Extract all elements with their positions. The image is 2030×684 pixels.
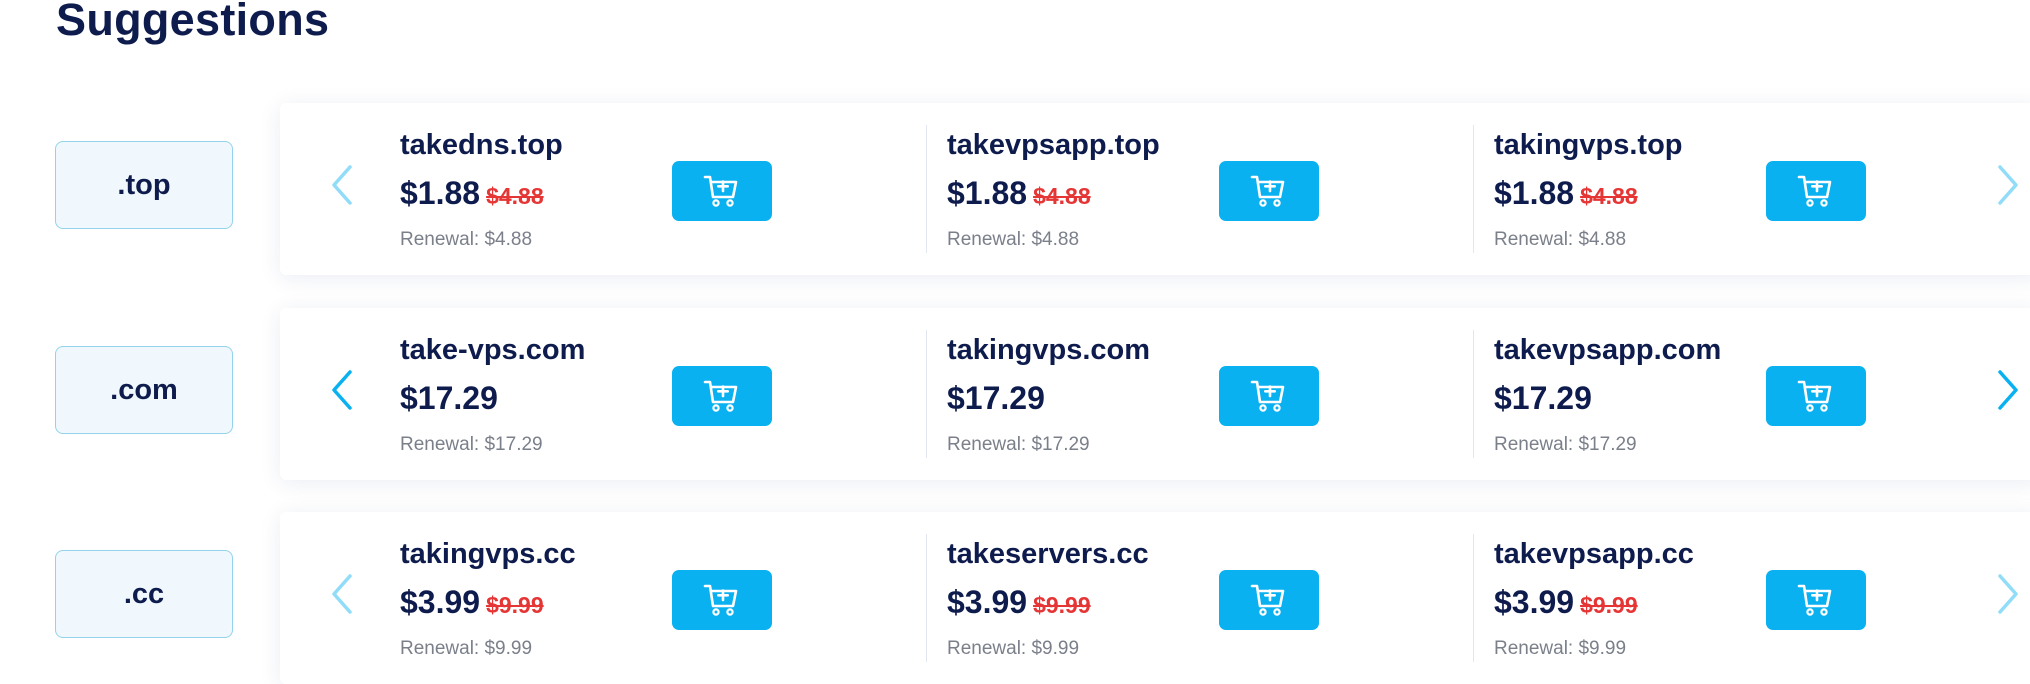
renewal-price: Renewal: $4.88	[400, 229, 533, 250]
domain-card: takeservers.cc $3.99 $9.99 Renewal: $9.99	[926, 512, 1475, 684]
domain-card: takevpsapp.cc $3.99 $9.99 Renewal: $9.99	[1473, 512, 2022, 684]
price-line: $17.29	[400, 380, 498, 417]
chevron-left-icon	[332, 165, 352, 205]
domain-name: takedns.top	[400, 129, 563, 161]
price-line: $3.99 $9.99	[947, 584, 1091, 621]
domain-name: takevpsapp.cc	[1494, 538, 1694, 570]
renewal-price: Renewal: $9.99	[400, 638, 533, 659]
domain-name: takevpsapp.top	[947, 129, 1160, 161]
add-to-cart-button[interactable]	[1219, 161, 1319, 221]
price: $1.88	[1494, 175, 1575, 211]
price: $3.99	[1494, 584, 1575, 620]
cart-plus-icon	[703, 175, 738, 207]
price-line: $17.29	[1494, 380, 1592, 417]
renewal-price: Renewal: $9.99	[947, 638, 1080, 659]
add-to-cart-button[interactable]	[1766, 161, 1866, 221]
domain-name: take-vps.com	[400, 334, 586, 366]
add-to-cart-button[interactable]	[1219, 570, 1319, 630]
add-to-cart-button[interactable]	[672, 161, 772, 221]
chevron-right-icon	[1998, 574, 2018, 614]
cart-plus-icon	[703, 584, 738, 616]
suggestion-carousel: takedns.top $1.88 $4.88 Renewal: $4.88 ta…	[280, 103, 2030, 275]
renewal-price: Renewal: $17.29	[1494, 434, 1637, 455]
renewal-price: Renewal: $17.29	[400, 434, 543, 455]
domain-name: takeservers.cc	[947, 538, 1149, 570]
price: $17.29	[1494, 380, 1592, 416]
domain-name: takingvps.top	[1494, 129, 1683, 161]
price-line: $17.29	[947, 380, 1045, 417]
price: $1.88	[947, 175, 1028, 211]
old-price: $4.88	[1033, 183, 1091, 209]
old-price: $9.99	[1033, 592, 1091, 618]
add-to-cart-button[interactable]	[1766, 366, 1866, 426]
domain-card: takingvps.cc $3.99 $9.99 Renewal: $9.99	[380, 512, 928, 684]
domain-card: takingvps.top $1.88 $4.88 Renewal: $4.88	[1473, 103, 2022, 275]
renewal-price: Renewal: $4.88	[947, 229, 1080, 250]
tld-label[interactable]: .cc	[55, 550, 233, 638]
old-price: $4.88	[1580, 183, 1638, 209]
carousel-prev-button[interactable]	[326, 161, 358, 209]
chevron-left-icon	[332, 370, 352, 410]
domain-card: takedns.top $1.88 $4.88 Renewal: $4.88	[380, 103, 928, 275]
domain-card: takevpsapp.top $1.88 $4.88 Renewal: $4.88	[926, 103, 1475, 275]
domain-name: takevpsapp.com	[1494, 334, 1722, 366]
domain-card: takevpsapp.com $17.29 Renewal: $17.29	[1473, 308, 2022, 480]
renewal-price: Renewal: $9.99	[1494, 638, 1627, 659]
old-price: $4.88	[486, 183, 544, 209]
card-divider	[1473, 330, 1474, 458]
domain-card: takingvps.com $17.29 Renewal: $17.29	[926, 308, 1475, 480]
carousel-next-button[interactable]	[1992, 161, 2024, 209]
add-to-cart-button[interactable]	[672, 366, 772, 426]
price-line: $1.88 $4.88	[400, 175, 544, 212]
card-divider	[1473, 534, 1474, 662]
renewal-price: Renewal: $17.29	[947, 434, 1090, 455]
card-divider	[926, 125, 927, 253]
add-to-cart-button[interactable]	[672, 570, 772, 630]
cart-plus-icon	[1250, 380, 1285, 412]
price: $1.88	[400, 175, 481, 211]
old-price: $9.99	[1580, 592, 1638, 618]
domain-name: takingvps.cc	[400, 538, 576, 570]
carousel-prev-button[interactable]	[326, 366, 358, 414]
renewal-price: Renewal: $4.88	[1494, 229, 1627, 250]
chevron-right-icon	[1998, 370, 2018, 410]
suggestion-row-top: .top takedns.top $1.88 $4.88 Renewal: $4.…	[0, 103, 2030, 275]
cart-plus-icon	[1250, 175, 1285, 207]
cart-plus-icon	[703, 380, 738, 412]
old-price: $9.99	[486, 592, 544, 618]
tld-label[interactable]: .com	[55, 346, 233, 434]
price-line: $1.88 $4.88	[947, 175, 1091, 212]
add-to-cart-button[interactable]	[1219, 366, 1319, 426]
suggestion-carousel: takingvps.cc $3.99 $9.99 Renewal: $9.99 t…	[280, 512, 2030, 684]
cart-plus-icon	[1250, 584, 1285, 616]
price-line: $3.99 $9.99	[1494, 584, 1638, 621]
price: $17.29	[947, 380, 1045, 416]
price: $3.99	[947, 584, 1028, 620]
card-divider	[926, 534, 927, 662]
domain-card: take-vps.com $17.29 Renewal: $17.29	[380, 308, 928, 480]
suggestion-carousel: take-vps.com $17.29 Renewal: $17.29 taki…	[280, 308, 2030, 480]
domain-name: takingvps.com	[947, 334, 1151, 366]
suggestion-row-cc: .cc takingvps.cc $3.99 $9.99 Renewal: $9.…	[0, 512, 2030, 684]
tld-label[interactable]: .top	[55, 141, 233, 229]
price-line: $1.88 $4.88	[1494, 175, 1638, 212]
cart-plus-icon	[1797, 175, 1832, 207]
page-title: Suggestions	[56, 0, 330, 45]
add-to-cart-button[interactable]	[1766, 570, 1866, 630]
cart-plus-icon	[1797, 584, 1832, 616]
carousel-next-button[interactable]	[1992, 570, 2024, 618]
carousel-next-button[interactable]	[1992, 366, 2024, 414]
price-line: $3.99 $9.99	[400, 584, 544, 621]
chevron-right-icon	[1998, 165, 2018, 205]
card-divider	[1473, 125, 1474, 253]
price: $17.29	[400, 380, 498, 416]
chevron-left-icon	[332, 574, 352, 614]
cart-plus-icon	[1797, 380, 1832, 412]
price: $3.99	[400, 584, 481, 620]
carousel-prev-button[interactable]	[326, 570, 358, 618]
suggestion-row-com: .com take-vps.com $17.29 Renewal: $17.29…	[0, 308, 2030, 480]
card-divider	[926, 330, 927, 458]
